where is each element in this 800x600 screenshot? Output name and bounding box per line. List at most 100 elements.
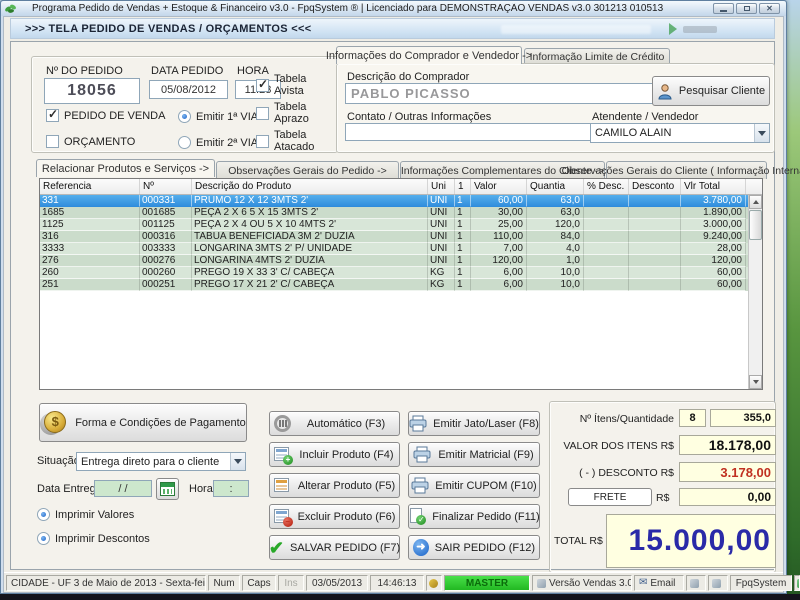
- alterar-produto-button[interactable]: Alterar Produto (F5): [269, 473, 400, 498]
- table-cell: [584, 243, 629, 255]
- ghost-toolbar: [501, 25, 651, 34]
- pagamento-button[interactable]: $ Forma e Condições de Pagamento: [39, 403, 247, 442]
- emitir-cupom-button[interactable]: Emitir CUPOM (F10): [408, 473, 540, 498]
- ghost-arrow-icon: [669, 23, 677, 35]
- atendente-dropdown[interactable]: CAMILO ALAIN: [590, 123, 770, 143]
- radio-icon: [37, 508, 50, 521]
- emitir-1via-radio[interactable]: Emitir 1ª VIA: [178, 110, 258, 123]
- status-num: Num: [208, 575, 240, 591]
- table-cell: 001685: [140, 207, 192, 219]
- table-row[interactable]: 1125 001125 PEÇA 2 X 4 OU 5 X 10 4MTS 2' UN…: [40, 219, 748, 231]
- tab-relacionar-produtos[interactable]: Relacionar Produtos e Serviços ->: [36, 159, 215, 177]
- table-cell: LONGARINA 3MTS 2' P/ UNIDADE: [192, 243, 428, 255]
- client-area: >>> TELA PEDIDO DE VENDAS / ORÇAMENTOS <…: [3, 16, 800, 593]
- automatico-button[interactable]: Automático (F3): [269, 411, 400, 436]
- table-cell: 6,00: [471, 267, 527, 279]
- column-header[interactable]: % Desc.: [584, 179, 629, 194]
- column-header[interactable]: Vlr Total: [681, 179, 746, 194]
- pesquisar-cliente-button[interactable]: Pesquisar Cliente: [652, 76, 770, 106]
- column-header[interactable]: Quantia: [527, 179, 584, 194]
- salvar-pedido-button[interactable]: ✔ SALVAR PEDIDO (F7): [269, 535, 400, 560]
- data-entrega-field[interactable]: / /: [94, 480, 152, 497]
- table-row[interactable]: 3333 003333 LONGARINA 3MTS 2' P/ UNIDADE UN…: [40, 243, 748, 255]
- table-cell: 000251: [140, 279, 192, 291]
- table-cell: 120,0: [527, 219, 584, 231]
- table-scrollbar[interactable]: [748, 195, 762, 389]
- itens-label: Nº Ítens/Quantidade: [579, 413, 674, 425]
- calendar-button[interactable]: [156, 478, 179, 500]
- column-header[interactable]: Referencia: [40, 179, 140, 194]
- printer-icon: [413, 446, 431, 463]
- table-cell: 4,0: [527, 243, 584, 255]
- table-cell: 9.240,00: [681, 231, 746, 243]
- close-icon[interactable]: ✕: [759, 3, 780, 14]
- app-icon: [5, 4, 16, 13]
- incluir-produto-button[interactable]: + Incluir Produto (F4): [269, 442, 400, 467]
- scroll-up-icon[interactable]: [749, 195, 762, 209]
- screen-header: >>> TELA PEDIDO DE VENDAS / ORÇAMENTOS <…: [10, 18, 775, 39]
- table-cell: PEÇA 2 X 6 5 X 15 3MTS 2': [192, 207, 428, 219]
- table-row[interactable]: 276 000276 LONGARINA 4MTS 2' DÚZIA UNI 1 120,…: [40, 255, 748, 267]
- column-header[interactable]: Uni: [428, 179, 455, 194]
- table-cell: 003333: [140, 243, 192, 255]
- orcamento-checkbox[interactable]: ✓ ORÇAMENTO: [46, 135, 135, 148]
- printer-mini-icon: [690, 578, 699, 588]
- column-header[interactable]: Descrição do Produto: [192, 179, 428, 194]
- tabela-atacado-checkbox[interactable]: ✓ Tabela Atacado: [256, 129, 337, 153]
- table-cell: 63,0: [527, 195, 584, 207]
- tabela-aprazo-checkbox[interactable]: ✓ Tabela Aprazo: [256, 101, 337, 125]
- column-header[interactable]: Nº: [140, 179, 192, 194]
- order-date-field[interactable]: 05/08/2012: [149, 80, 228, 99]
- tab-observacoes-pedido[interactable]: Observações Gerais do Pedido ->: [216, 161, 399, 179]
- checkbox-icon: ✓: [256, 76, 269, 92]
- restore-icon[interactable]: [736, 3, 757, 14]
- order-date-label: DATA PEDIDO: [151, 65, 224, 77]
- table-row[interactable]: 260 000260 PREGO 19 X 33 3' C/ CABEÇA KG 1 6,…: [40, 267, 748, 279]
- status-ins: Ins: [278, 575, 304, 591]
- tab-comprador-vendedor[interactable]: Informações do Comprador e Vendedor ->: [326, 46, 532, 64]
- table-cell: 25,00: [471, 219, 527, 231]
- descricao-comprador-label: Descrição do Comprador: [347, 71, 470, 83]
- desconto-value: 3.178,00: [679, 462, 776, 482]
- table-cell: [629, 219, 681, 231]
- imprimir-valores-radio[interactable]: Imprimir Valores: [37, 508, 134, 521]
- quantidade-total: 355,0: [710, 409, 776, 427]
- frete-button[interactable]: FRETE: [568, 488, 652, 506]
- tab-observacoes-cliente[interactable]: Observações Gerais do Cliente ( Informaç…: [562, 161, 800, 179]
- hora-entrega-field[interactable]: :: [213, 480, 249, 497]
- table-cell: [629, 195, 681, 207]
- tabela-avista-checkbox[interactable]: ✓ Tabela Avista: [256, 73, 337, 97]
- emitir-2via-radio[interactable]: Emitir 2ª VIA: [178, 136, 258, 149]
- emitir-jato-laser-button[interactable]: Emitir Jato/Laser (F8): [408, 411, 540, 436]
- table-row[interactable]: 1685 001685 PEÇA 2 X 6 5 X 15 3MTS 2' UNI 1 3…: [40, 207, 748, 219]
- contato-label: Contato / Outras Informações: [347, 111, 492, 123]
- status-bar: CIDADE - UF 3 de Maio de 2013 - Sexta-fe…: [4, 572, 800, 592]
- table-row[interactable]: 331 000331 PRUMO 12 X 12 3MTS 2' UNI 1 60,00 6…: [40, 195, 748, 207]
- table-row[interactable]: 251 000251 PREGO 17 X 21 2' C/ CABEÇA KG 1 6,…: [40, 279, 748, 291]
- scrollbar-thumb[interactable]: [749, 210, 762, 240]
- tab-limite-credito[interactable]: Informação Limite de Crédito: [524, 48, 670, 64]
- imprimir-descontos-radio[interactable]: Imprimir Descontos: [37, 532, 150, 545]
- total-label: TOTAL R$: [554, 535, 603, 547]
- pedido-venda-checkbox[interactable]: ✓ PEDIDO DE VENDA: [46, 107, 165, 122]
- status-icon-panel-1: [686, 575, 706, 591]
- column-header[interactable]: Valor: [471, 179, 527, 194]
- column-header[interactable]: 1: [455, 179, 471, 194]
- table-row[interactable]: 316 000316 TABUA BENEFICIADA 3M 2' DUZIA UN…: [40, 231, 748, 243]
- excluir-produto-button[interactable]: − Excluir Produto (F6): [269, 504, 400, 529]
- finalizar-pedido-button[interactable]: ✓ Finalizar Pedido (F11): [408, 504, 540, 529]
- status-email[interactable]: ✉ Email: [634, 575, 684, 591]
- table-cell: 1: [455, 279, 471, 291]
- scroll-down-icon[interactable]: [749, 375, 762, 389]
- valor-itens-value: 18.178,00: [679, 435, 776, 455]
- table-cell: 3.000,00: [681, 219, 746, 231]
- situacao-dropdown[interactable]: Entrega direto para o cliente: [76, 452, 246, 471]
- sair-pedido-button[interactable]: ➜ SAIR PEDIDO (F12): [408, 535, 540, 560]
- minimize-icon[interactable]: [713, 3, 734, 14]
- checkbox-icon: ✓: [46, 107, 59, 122]
- emitir-matricial-button[interactable]: Emitir Matricial (F9): [408, 442, 540, 467]
- table-cell: UNI: [428, 219, 455, 231]
- column-header[interactable]: Desconto: [629, 179, 681, 194]
- windows-taskbar[interactable]: [0, 594, 800, 600]
- order-number-field[interactable]: 18056: [44, 78, 140, 104]
